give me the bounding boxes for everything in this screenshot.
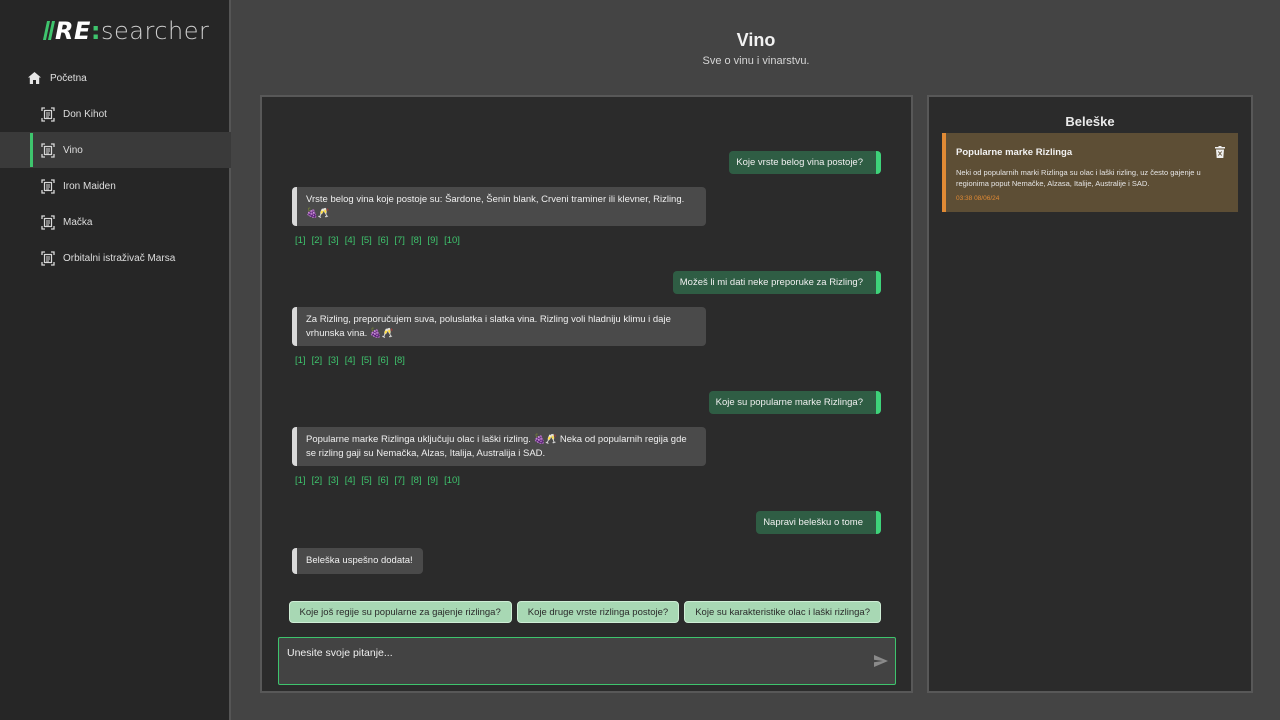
page-title: Vino xyxy=(736,30,776,50)
citation-link[interactable]: [9] xyxy=(428,235,439,246)
sidebar-item-orbitalni[interactable]: Orbitalni istraživač Marsa xyxy=(0,240,231,276)
sidebar-item-label: Iron Maiden xyxy=(63,180,116,192)
notes-title: Beleške xyxy=(1065,114,1115,129)
logo-bars-icon xyxy=(42,21,56,40)
chat-panel: Koje vrste belog vina postoje? Vrste bel… xyxy=(260,95,913,693)
sidebar-item-label: Orbitalni istraživač Marsa xyxy=(63,252,176,264)
sidebar-item-label: Vino xyxy=(63,144,83,156)
question-input[interactable]: Unesite svoje pitanje... xyxy=(278,637,896,685)
citation-link[interactable]: [7] xyxy=(394,235,405,246)
notes-panel: Beleške Popularne marke Rizlinga Neki od… xyxy=(927,95,1253,693)
page-subtitle: Sve o vinu i vinarstvu. xyxy=(702,55,810,67)
trash-icon[interactable] xyxy=(1215,146,1225,158)
note-body: Neki od popularnih marki Rizlinga su ola… xyxy=(956,168,1201,188)
citation-link[interactable]: [1] xyxy=(295,355,306,366)
bot-message-text: Vrste belog vina koje postoje su: Šardon… xyxy=(306,194,685,205)
citation-link[interactable]: [5] xyxy=(361,235,372,246)
bot-message-text: Popularne marke Rizlinga uključuju olac … xyxy=(306,434,531,445)
sidebar-item-don-kihot[interactable]: Don Kihot xyxy=(0,96,231,132)
grapes-glass-emoji: 🍇🥂 xyxy=(369,327,394,339)
bot-message: Popularne marke Rizlinga uključuju olac … xyxy=(292,427,706,466)
note-title: Popularne marke Rizlinga xyxy=(956,147,1073,158)
user-message: Koje su popularne marke Rizlinga? xyxy=(708,391,881,414)
user-message: Možeš li mi dati neke preporuke za Rizli… xyxy=(672,271,881,294)
question-input-placeholder: Unesite svoje pitanje... xyxy=(287,647,393,659)
app-logo[interactable]: RE:searcher xyxy=(42,17,210,45)
topic-list: Don Kihot Vino Iron Maiden Mačka Orbital… xyxy=(0,96,231,276)
home-icon xyxy=(28,72,41,84)
bot-message-text: Beleška uspešno dodata! xyxy=(306,555,413,566)
document-scan-icon xyxy=(41,106,55,122)
note-date: 03:38 08/06/24 xyxy=(956,195,1000,202)
document-scan-icon xyxy=(41,178,55,194)
citation-link[interactable]: [4] xyxy=(345,235,356,246)
bot-message-text: Za Rizling, preporučujem suva, poluslatk… xyxy=(306,314,671,339)
bot-message: Beleška uspešno dodata! xyxy=(292,548,423,574)
citation-list: [1] [2] [3] [4] [5] [6] [7] [8] [9] [10] xyxy=(295,475,460,486)
citation-link[interactable]: [7] xyxy=(394,475,405,486)
citation-link[interactable]: [2] xyxy=(312,235,323,246)
nav-home-label: Početna xyxy=(50,72,87,84)
citation-link[interactable]: [2] xyxy=(312,475,323,486)
suggestion-button[interactable]: Koje druge vrste rizlinga postoje? xyxy=(516,601,680,623)
user-message: Koje vrste belog vina postoje? xyxy=(729,151,881,174)
sidebar: RE:searcher Početna Don Kihot Vino Iron … xyxy=(0,0,231,720)
bot-message: Za Rizling, preporučujem suva, poluslatk… xyxy=(292,307,706,346)
citation-link[interactable]: [4] xyxy=(345,355,356,366)
logo-colon: : xyxy=(90,17,101,45)
document-scan-icon xyxy=(41,250,55,266)
suggestion-button[interactable]: Koje još regije su popularne za gajenje … xyxy=(288,601,512,623)
logo-text: searcher xyxy=(100,17,210,45)
citation-link[interactable]: [3] xyxy=(328,355,339,366)
citation-link[interactable]: [5] xyxy=(361,355,372,366)
citation-link[interactable]: [4] xyxy=(345,475,356,486)
nav-home[interactable]: Početna xyxy=(28,70,87,86)
grapes-glass-emoji: 🍇🥂 xyxy=(306,207,330,219)
citation-link[interactable]: [6] xyxy=(378,235,389,246)
citation-link[interactable]: [1] xyxy=(295,235,306,246)
logo-re: RE xyxy=(55,17,91,45)
citation-link[interactable]: [8] xyxy=(411,235,422,246)
citation-list: [1] [2] [3] [4] [5] [6] [7] [8] [9] [10] xyxy=(295,235,460,246)
bot-message: Vrste belog vina koje postoje su: Šardon… xyxy=(292,187,706,226)
send-icon[interactable] xyxy=(874,655,888,667)
sidebar-item-label: Don Kihot xyxy=(63,108,107,120)
sidebar-item-vino[interactable]: Vino xyxy=(0,132,231,168)
citation-link[interactable]: [3] xyxy=(328,235,339,246)
suggestion-button[interactable]: Koje su karakteristike olac i laški rizl… xyxy=(684,601,881,623)
sidebar-item-macka[interactable]: Mačka xyxy=(0,204,231,240)
note-card[interactable]: Popularne marke Rizlinga Neki od popular… xyxy=(942,133,1238,212)
citation-link[interactable]: [6] xyxy=(378,475,389,486)
sidebar-item-iron-maiden[interactable]: Iron Maiden xyxy=(0,168,231,204)
citation-link[interactable]: [1] xyxy=(295,475,306,486)
citation-link[interactable]: [3] xyxy=(328,475,339,486)
citation-link[interactable]: [10] xyxy=(444,235,460,246)
suggestion-row: Koje još regije su popularne za gajenje … xyxy=(262,601,911,623)
citation-link[interactable]: [6] xyxy=(378,355,389,366)
citation-list: [1] [2] [3] [4] [5] [6] [8] xyxy=(295,355,405,366)
citation-link[interactable]: [5] xyxy=(361,475,372,486)
user-message: Napravi belešku o tome xyxy=(756,511,881,534)
sidebar-item-label: Mačka xyxy=(63,216,93,228)
document-scan-icon xyxy=(41,214,55,230)
citation-link[interactable]: [10] xyxy=(444,475,460,486)
citation-link[interactable]: [8] xyxy=(411,475,422,486)
citation-link[interactable]: [2] xyxy=(312,355,323,366)
grapes-glass-emoji: 🍇🥂 xyxy=(533,434,558,445)
citation-link[interactable]: [8] xyxy=(394,355,405,366)
document-scan-icon xyxy=(41,142,55,158)
citation-link[interactable]: [9] xyxy=(428,475,439,486)
